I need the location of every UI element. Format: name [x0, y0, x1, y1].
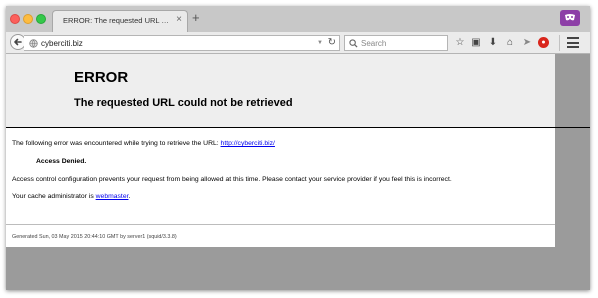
- search-icon: [349, 39, 358, 48]
- bookmark-star-icon[interactable]: ☆: [453, 36, 467, 50]
- access-control-message: Access control configuration prevents yo…: [12, 176, 452, 183]
- url-dropdown-icon[interactable]: ▼: [317, 40, 323, 46]
- tab-close-icon[interactable]: ×: [176, 14, 182, 25]
- cache-admin-line: Your cache administrator is webmaster.: [12, 193, 130, 200]
- browser-window: ERROR: The requested URL co... × + cyber…: [6, 6, 590, 290]
- reload-icon[interactable]: ↻: [328, 37, 336, 48]
- minimize-window-button[interactable]: [23, 14, 33, 24]
- error-header: ERROR The requested URL could not be ret…: [6, 54, 555, 128]
- hamburger-menu-icon[interactable]: [567, 37, 579, 48]
- tab-title: ERROR: The requested URL co...: [63, 16, 171, 25]
- url-text: cyberciti.biz: [41, 39, 83, 48]
- cache-admin-text: Your cache administrator is: [12, 193, 96, 200]
- footer-generated: Generated Sun, 03 May 2015 20:44:10 GMT …: [12, 234, 177, 240]
- download-icon[interactable]: ⬇: [486, 36, 500, 50]
- tab-active[interactable]: ERROR: The requested URL co... ×: [52, 10, 188, 32]
- horizontal-rule: [6, 127, 590, 128]
- toolbar-divider: [559, 35, 560, 51]
- access-denied-label: Access Denied.: [36, 158, 87, 165]
- error-subtitle: The requested URL could not be retrieved: [74, 97, 293, 109]
- error-description: The following error was encountered whil…: [12, 140, 275, 147]
- new-tab-button[interactable]: +: [192, 11, 200, 25]
- zoom-window-button[interactable]: [36, 14, 46, 24]
- search-placeholder: Search: [361, 39, 387, 48]
- right-gutter: [555, 54, 590, 290]
- back-arrow-icon: [14, 38, 22, 46]
- error-description-text: The following error was encountered whil…: [12, 140, 221, 147]
- navigation-toolbar: cyberciti.biz ▼ ↻ Search ☆ ▣ ⬇ ⌂ ➤ ●: [6, 32, 590, 54]
- search-bar[interactable]: Search: [344, 35, 448, 51]
- requested-url-link[interactable]: http://cyberciti.biz/: [221, 140, 275, 147]
- home-icon[interactable]: ⌂: [503, 36, 517, 50]
- page-content: ERROR The requested URL could not be ret…: [6, 54, 555, 247]
- library-icon[interactable]: ▣: [469, 36, 483, 50]
- footer-divider: [6, 224, 555, 225]
- globe-icon: [29, 39, 38, 48]
- send-icon[interactable]: ➤: [520, 36, 534, 50]
- extension-icon[interactable]: ●: [538, 37, 549, 48]
- close-window-button[interactable]: [10, 14, 20, 24]
- error-title: ERROR: [74, 69, 129, 86]
- url-bar[interactable]: cyberciti.biz ▼ ↻: [24, 35, 340, 51]
- webmaster-link[interactable]: webmaster: [96, 193, 129, 200]
- private-mask-icon: [560, 10, 580, 26]
- cache-admin-suffix: .: [128, 193, 131, 200]
- title-bar: ERROR: The requested URL co... × +: [6, 6, 590, 32]
